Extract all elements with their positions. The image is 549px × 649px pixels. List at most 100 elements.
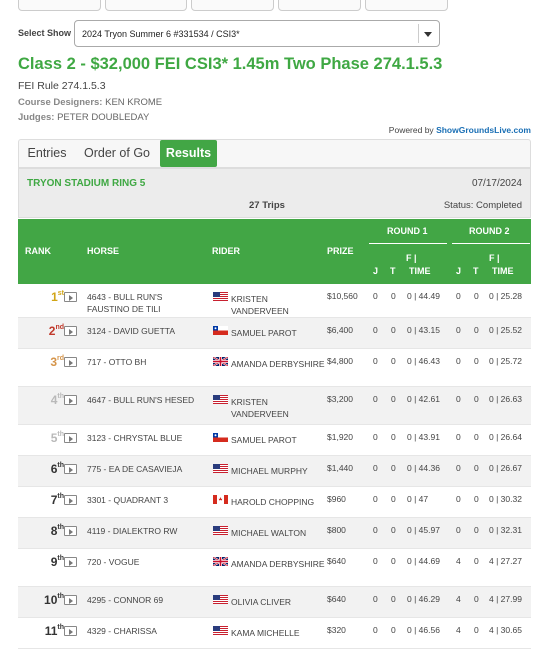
rider-name[interactable]: Harold Chopping: [231, 496, 326, 508]
col-prize[interactable]: PRIZE: [327, 246, 354, 256]
show-select-value: 2024 Tryon Summer 6 #331534 / CSI3*: [82, 29, 240, 39]
video-icon[interactable]: [64, 326, 77, 336]
prize: $10,560: [327, 291, 358, 301]
r1-time-faults: 0: [391, 525, 396, 535]
rider-name[interactable]: Amanda Derbyshire: [231, 358, 326, 370]
cl-flag-icon: [213, 433, 228, 442]
video-icon[interactable]: [64, 464, 77, 474]
horse-name[interactable]: 717 - OTTO BH: [87, 356, 205, 368]
table-row: 3rd 717 - OTTO BH Amanda Derbyshire $4,800 0…: [18, 349, 531, 387]
horse-name[interactable]: 3301 - QUADRANT 3: [87, 494, 205, 506]
top-button[interactable]: [18, 0, 101, 11]
r2-jump-faults: 0: [456, 432, 461, 442]
tab-entries[interactable]: Entries: [19, 140, 75, 167]
video-icon[interactable]: [64, 557, 77, 567]
chevron-down-icon[interactable]: [424, 32, 432, 37]
fei-rule: FEI Rule 274.1.5.3: [18, 80, 106, 92]
r1-faults-time: 0 | 42.61: [407, 394, 440, 404]
horse-name[interactable]: 4119 - DIALEKTRO RW: [87, 525, 205, 537]
video-icon[interactable]: [64, 357, 77, 367]
show-select[interactable]: 2024 Tryon Summer 6 #331534 / CSI3*: [74, 20, 440, 47]
ca-flag-icon: [213, 495, 228, 504]
video-icon[interactable]: [64, 292, 77, 302]
r2-faults-time: 4 | 27.27: [489, 556, 522, 566]
rank: 11th: [18, 624, 64, 638]
horse-name[interactable]: 4643 - BULL RUN'S FAUSTINO DE TILI: [87, 291, 205, 315]
top-button[interactable]: [105, 0, 187, 11]
video-icon[interactable]: [64, 495, 77, 505]
r2-time-faults: 0: [474, 432, 479, 442]
col-r2-t: T: [473, 266, 479, 276]
top-button[interactable]: [365, 0, 448, 11]
rank-number: 10: [44, 593, 58, 607]
rank-number: 11: [44, 624, 58, 638]
col-round2: ROUND 2: [469, 226, 510, 236]
rider-name[interactable]: Samuel Parot: [231, 434, 326, 446]
r2-jump-faults: 0: [456, 394, 461, 404]
rider-name[interactable]: Michael Walton: [231, 527, 326, 539]
rider-name[interactable]: Kristen Vanderveen: [231, 396, 326, 420]
rank: 2nd: [18, 324, 64, 338]
rank-suffix: nd: [55, 324, 64, 331]
video-icon[interactable]: [64, 595, 77, 605]
rank-suffix: th: [57, 555, 64, 562]
horse-name[interactable]: 3123 - CHRYSTAL BLUE: [87, 432, 205, 444]
horse-name[interactable]: 3124 - DAVID GUETTA: [87, 325, 205, 337]
table-row: 1st 4643 - BULL RUN'S FAUSTINO DE TILI Kri…: [18, 284, 531, 318]
r2-faults-time: 0 | 25.28: [489, 291, 522, 301]
table-row: 4th 4647 - BULL RUN'S HESED Kristen Vander…: [18, 387, 531, 425]
rider-name[interactable]: Samuel Parot: [231, 327, 326, 339]
col-rank[interactable]: RANK: [25, 246, 51, 256]
rider-name[interactable]: Olivia Cliver: [231, 596, 326, 608]
r1-faults-time: 0 | 44.49: [407, 291, 440, 301]
horse-name[interactable]: 775 - EA DE CASAVIEJA: [87, 463, 205, 475]
gb-flag-icon: [212, 556, 229, 567]
horse-name[interactable]: 4647 - BULL RUN'S HESED: [87, 394, 205, 406]
judges-label: Judges:: [18, 112, 55, 123]
col-rider[interactable]: RIDER: [212, 246, 240, 256]
rider-name[interactable]: Michael Murphy: [231, 465, 326, 477]
r2-time-faults: 0: [474, 394, 479, 404]
prize: $960: [327, 494, 346, 504]
top-button[interactable]: [191, 0, 274, 11]
rank-number: 3: [50, 355, 57, 369]
r2-jump-faults: 0: [456, 291, 461, 301]
rider-name[interactable]: Kristen Vanderveen: [231, 293, 326, 317]
col-horse[interactable]: HORSE: [87, 246, 119, 256]
ring-date: 07/17/2024: [471, 178, 522, 189]
table-row: 9th 720 - VOGUE Amanda Derbyshire $640 0 0 0 |…: [18, 549, 531, 587]
video-icon[interactable]: [64, 395, 77, 405]
tab-order-of-go[interactable]: Order of Go: [75, 140, 159, 167]
r1-faults-time: 0 | 43.15: [407, 325, 440, 335]
r2-time-faults: 0: [474, 556, 479, 566]
top-button[interactable]: [278, 0, 361, 11]
r1-time-faults: 0: [391, 594, 396, 604]
round2-divider: [452, 243, 530, 244]
rider-name[interactable]: Kama Michelle: [231, 627, 326, 639]
r1-time-faults: 0: [391, 432, 396, 442]
horse-name[interactable]: 4329 - CHARISSA: [87, 625, 205, 637]
prize: $640: [327, 556, 346, 566]
round1-divider: [369, 243, 447, 244]
tab-bar: Entries Order of Go Results: [18, 139, 531, 168]
col-r1-f: F |: [406, 253, 417, 263]
r2-time-faults: 0: [474, 291, 479, 301]
col-r1-j: J: [373, 266, 379, 276]
video-icon[interactable]: [64, 626, 77, 636]
rank: 6th: [18, 462, 64, 476]
rider-name[interactable]: Amanda Derbyshire: [231, 558, 326, 570]
r2-jump-faults: 0: [456, 356, 461, 366]
us-flag-icon: [213, 526, 228, 535]
prize: $4,800: [327, 356, 353, 366]
video-icon[interactable]: [64, 433, 77, 443]
powered-by-link[interactable]: ShowGroundsLive.com: [436, 125, 531, 135]
r2-faults-time: 4 | 30.65: [489, 625, 522, 635]
horse-name[interactable]: 4295 - CONNOR 69: [87, 594, 205, 606]
table-row: 7th 3301 - QUADRANT 3 Harold Chopping $960 0…: [18, 487, 531, 518]
tab-results[interactable]: Results: [160, 140, 217, 167]
prize: $3,200: [327, 394, 353, 404]
r2-faults-time: 0 | 26.63: [489, 394, 522, 404]
video-icon[interactable]: [64, 526, 77, 536]
horse-name[interactable]: 720 - VOGUE: [87, 556, 205, 568]
r1-time-faults: 0: [391, 463, 396, 473]
